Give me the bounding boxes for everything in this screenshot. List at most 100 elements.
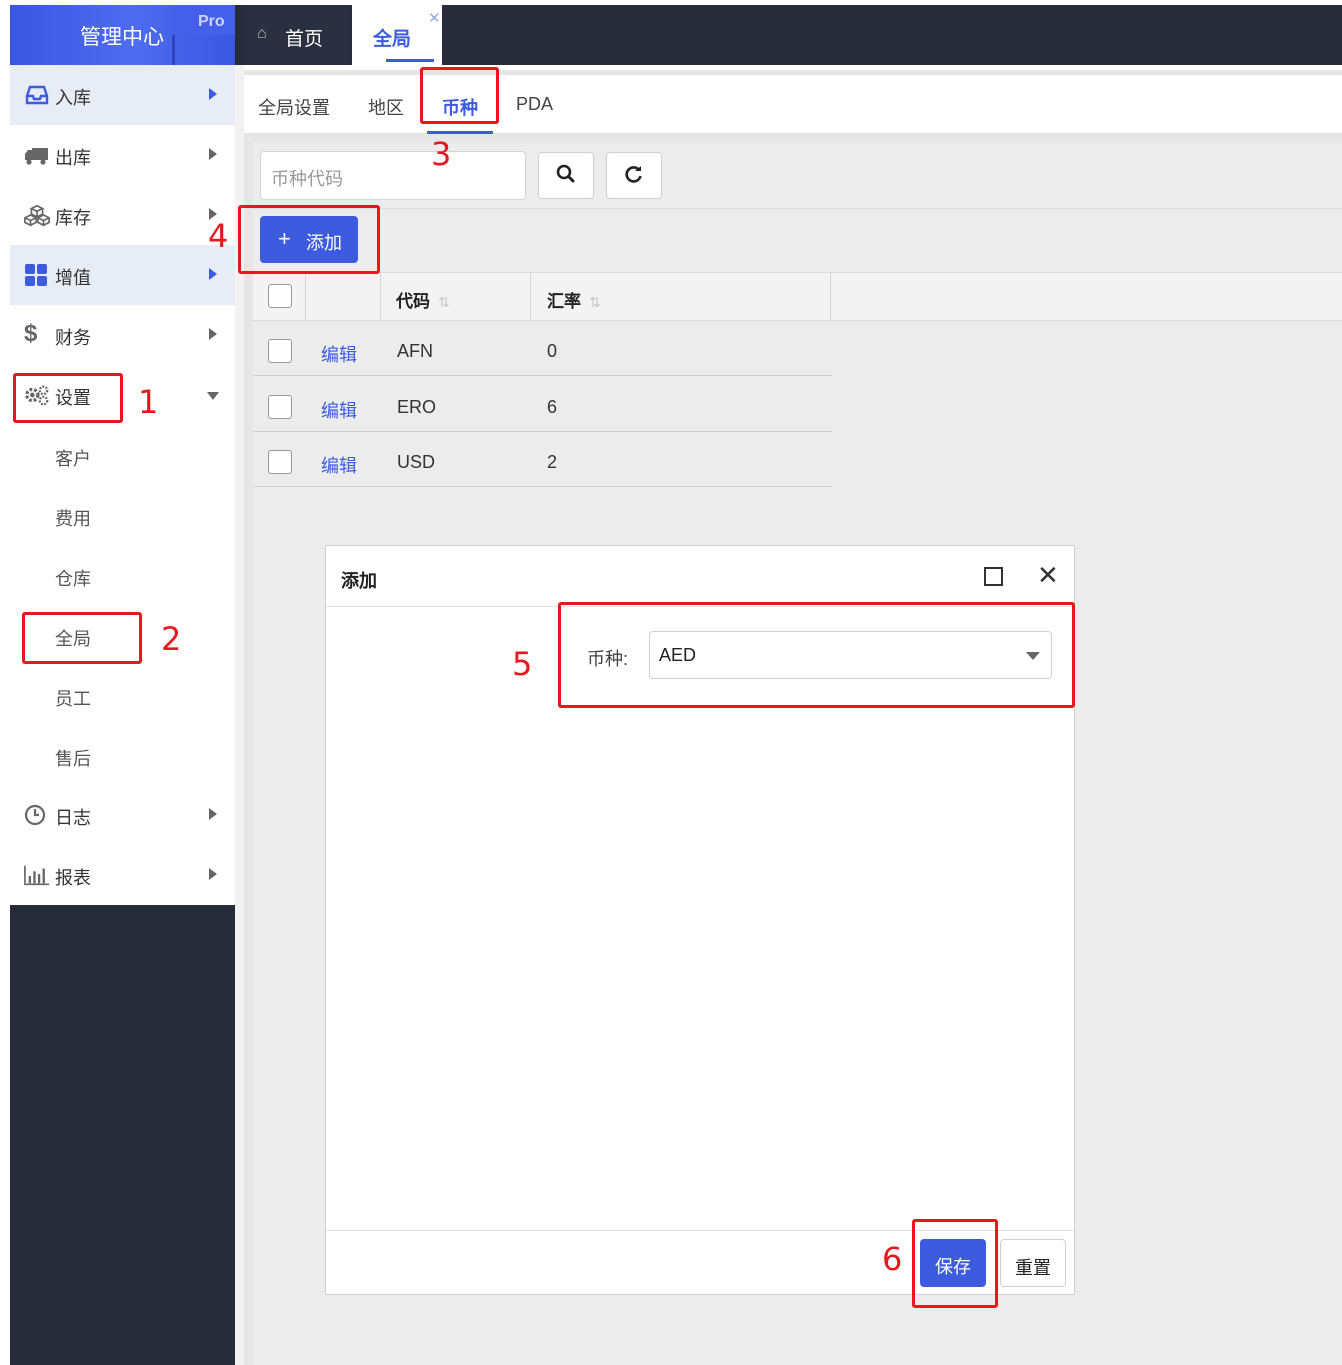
bar-chart-icon (24, 865, 50, 886)
clock-icon (24, 804, 46, 826)
annotation-box-3 (420, 67, 499, 124)
home-icon: ⌂ (257, 25, 267, 42)
subtab-region[interactable]: 地区 (368, 94, 404, 120)
column-header-label: 代码 (396, 292, 430, 311)
annotation-box-4 (238, 205, 380, 274)
tab-home[interactable]: ⌂ 首页 (245, 5, 351, 65)
sidebar-item-inventory[interactable]: 库存 (10, 185, 235, 245)
column-divider (380, 272, 381, 321)
sidebar-item-reports[interactable]: 报表 (10, 845, 235, 905)
sidebar-subitem-after-sales[interactable]: 售后 (55, 745, 91, 771)
sidebar-item-label: 库存 (55, 208, 91, 228)
annotation-number-6: 6 (882, 1240, 903, 1278)
select-all-checkbox[interactable] (268, 284, 292, 308)
toolbar-divider (253, 208, 1342, 209)
sidebar-subitem-customer[interactable]: 客户 (55, 445, 91, 471)
edit-link[interactable]: 编辑 (321, 397, 357, 423)
truck-icon (25, 148, 48, 165)
sidebar-item-label: 财务 (55, 328, 91, 348)
row-divider (253, 431, 832, 432)
subtab-global-settings[interactable]: 全局设置 (258, 94, 330, 120)
subtab-pda[interactable]: PDA (516, 94, 553, 115)
sidebar-item-label: 日志 (55, 808, 91, 828)
cell-rate: 2 (547, 452, 558, 472)
sidebar-item-outbound[interactable]: 出库 (10, 125, 235, 185)
inbox-icon (25, 85, 49, 105)
tab-global[interactable]: 全局 ✕ (352, 5, 442, 65)
sidebar-item-label: 增值 (55, 268, 91, 288)
search-icon (556, 164, 575, 183)
active-subtab-underline (427, 131, 493, 134)
dialog-title: 添加 (341, 571, 377, 591)
search-button[interactable] (538, 152, 594, 199)
close-icon[interactable]: ✕ (1037, 560, 1059, 591)
tab-home-label: 首页 (285, 29, 324, 50)
sort-icon[interactable]: ⇅ (589, 294, 601, 310)
dialog-header: 添加 ✕ (326, 546, 1074, 607)
sidebar-item-inbound[interactable]: 入库 (10, 65, 235, 125)
row-divider (253, 375, 832, 376)
sidebar-item-label: 入库 (55, 88, 91, 108)
chevron-right-icon (209, 88, 217, 100)
column-header-rate[interactable]: 汇率 ⇅ (547, 287, 601, 312)
brand-title: 管理中心 (80, 26, 164, 49)
chevron-right-icon (209, 268, 217, 280)
sidebar-item-log[interactable]: 日志 (10, 785, 235, 845)
active-tab-underline (386, 59, 434, 62)
annotation-number-5: 5 (512, 645, 533, 683)
annotation-box-2 (22, 612, 142, 664)
column-header-label: 汇率 (547, 292, 581, 311)
chevron-right-icon (209, 808, 217, 820)
chevron-down-icon (207, 392, 219, 400)
row-checkbox[interactable] (268, 395, 292, 419)
annotation-box-5 (558, 602, 1075, 708)
column-divider (305, 272, 306, 321)
annotation-box-6 (912, 1219, 998, 1308)
sidebar-subitem-fees[interactable]: 费用 (55, 505, 91, 531)
cubes-icon (24, 204, 50, 227)
sidebar-item-value-added[interactable]: 增值 (10, 245, 235, 305)
cell-code: AFN (397, 341, 433, 361)
search-input[interactable]: 币种代码 (260, 151, 526, 200)
row-divider (253, 486, 832, 487)
sidebar-item-label: 出库 (55, 148, 91, 168)
sort-icon[interactable]: ⇅ (438, 294, 450, 310)
row-checkbox[interactable] (268, 450, 292, 474)
subtab-bar: 全局设置 地区 币种 PDA (244, 75, 1342, 133)
annotation-number-3: 3 (431, 135, 452, 173)
edit-link[interactable]: 编辑 (321, 452, 357, 478)
cell-code: USD (397, 452, 436, 472)
column-header-code[interactable]: 代码 ⇅ (396, 287, 450, 312)
edit-link[interactable]: 编辑 (321, 341, 357, 367)
sidebar-subitem-warehouse[interactable]: 仓库 (55, 565, 91, 591)
cell-rate: 0 (547, 341, 558, 361)
pro-badge: Pro (172, 5, 235, 35)
refresh-icon (625, 166, 642, 183)
annotation-number-4: 4 (208, 217, 229, 255)
sidebar-item-label: 报表 (55, 868, 91, 888)
reset-button[interactable]: 重置 (1000, 1239, 1066, 1287)
sidebar-subitem-staff[interactable]: 员工 (55, 685, 91, 711)
sidebar-footer (10, 905, 235, 1365)
tab-global-label: 全局 (373, 29, 412, 50)
top-bar: 管理中心 Pro ⌂ 首页 全局 ✕ (10, 5, 1342, 65)
annotation-number-1: 1 (138, 383, 159, 421)
cell-code: ERO (397, 397, 437, 417)
column-divider (530, 272, 531, 321)
grid-icon (25, 264, 47, 286)
refresh-button[interactable] (606, 152, 662, 199)
annotation-box-1 (13, 373, 123, 423)
sidebar: 入库 出库 库存 增值 $ 财务 设置 客户 费用 仓库 全局 员工 售后 日志… (10, 65, 235, 905)
chevron-right-icon (209, 148, 217, 160)
dollar-icon: $ (24, 320, 38, 347)
row-checkbox[interactable] (268, 339, 292, 363)
chevron-right-icon (209, 328, 217, 340)
sidebar-item-finance[interactable]: $ 财务 (10, 305, 235, 365)
chevron-right-icon (209, 868, 217, 880)
cell-rate: 6 (547, 397, 558, 417)
column-divider (830, 272, 831, 321)
close-icon[interactable]: ✕ (428, 9, 441, 27)
annotation-number-2: 2 (161, 620, 182, 658)
maximize-icon[interactable] (984, 567, 1003, 586)
brand-area: 管理中心 Pro (10, 5, 235, 65)
